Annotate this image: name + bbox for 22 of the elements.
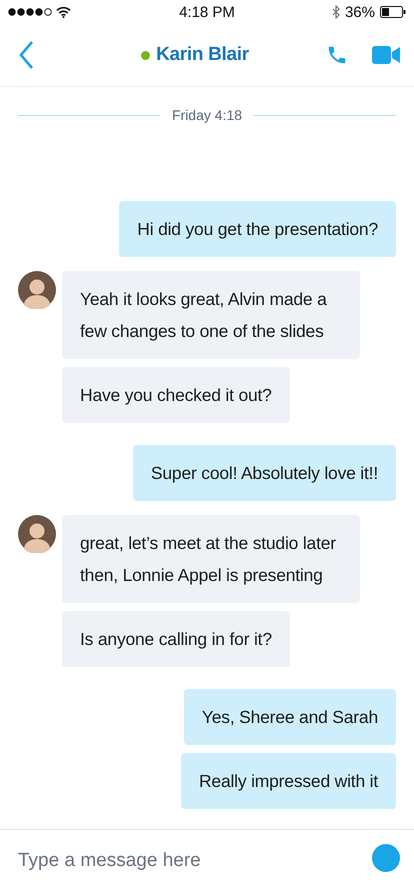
bluetooth-icon	[332, 5, 340, 19]
send-button[interactable]	[372, 844, 400, 872]
wifi-icon	[56, 6, 71, 18]
message-input[interactable]: Type a message here	[18, 850, 238, 872]
received-message: Yeah it looks great, Alvin made a few changes to one of the slides	[62, 271, 360, 359]
video-camera-icon[interactable]	[372, 46, 400, 64]
battery-icon	[380, 6, 406, 18]
battery-percent: 36%	[344, 4, 375, 20]
avatar-icon	[18, 515, 56, 553]
received-message: Is anyone calling in for it?	[62, 611, 290, 667]
sent-message: Hi did you get the presentation?	[119, 201, 396, 257]
clock-time: 4:18 PM	[179, 4, 235, 20]
signal-icon	[8, 8, 52, 16]
back-icon[interactable]	[18, 40, 34, 70]
sent-message: Super cool! Absolutely love it!!	[132, 445, 396, 501]
sent-message: Really impressed with it	[180, 753, 396, 809]
avatar-icon	[18, 271, 56, 309]
date-separator: Friday 4:18	[172, 107, 242, 123]
contact-name: Karin Blair	[156, 44, 249, 66]
sent-message: Yes, Sheree and Sarah	[184, 689, 396, 745]
received-message: Have you checked it out?	[62, 367, 290, 423]
received-message: great, let’s meet at the studio later then, Lonnie Appel is presenting	[62, 515, 360, 603]
